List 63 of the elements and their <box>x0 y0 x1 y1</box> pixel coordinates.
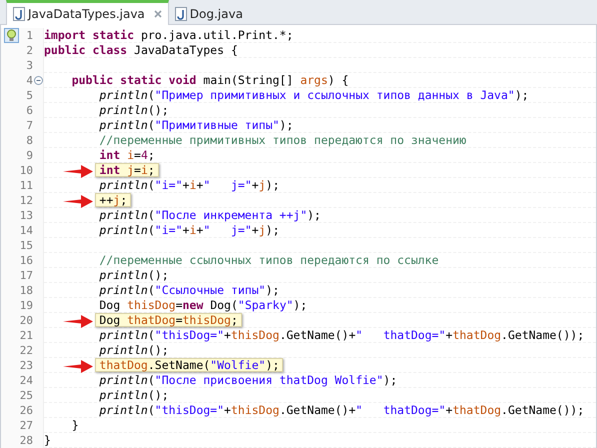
code-line: println(); <box>98 103 169 117</box>
code-line: println("Пример примитивных и ссылочных типов данных в Java"); <box>98 88 529 102</box>
code-line: thatDog.SetName("Wolfie"); <box>99 358 280 372</box>
line-number: 2 <box>25 44 33 57</box>
code-line: import static pro.java.util.Print.*; <box>44 28 294 42</box>
line-number: 8 <box>25 134 33 147</box>
line-number: 22 <box>19 344 33 357</box>
line-number: 14 <box>19 224 33 237</box>
line-number: 19 <box>19 299 33 312</box>
code-line: //переменные примитивных типов передаются по значению <box>98 133 466 147</box>
editor-tab[interactable]: JavaDataTypes.java <box>6 0 169 25</box>
line-number: 24 <box>19 374 33 387</box>
code-line: public class JavaDataTypes { <box>44 43 238 57</box>
line-number: 26 <box>19 404 33 417</box>
code-line: println(); <box>98 388 169 402</box>
arrow-icon <box>63 314 94 329</box>
arrow-icon <box>63 359 94 374</box>
code-line: println("После инкремента ++j"); <box>98 208 321 222</box>
line-number: 16 <box>19 254 33 267</box>
line-number: 15 <box>19 239 33 252</box>
code-line: //переменные ссылочных типов передаются по ссылке <box>98 253 439 267</box>
line-number: 6 <box>25 104 33 117</box>
code-line: } <box>70 418 79 432</box>
java-file-icon <box>174 6 187 20</box>
line-number: 4 <box>25 74 33 87</box>
code-line: println(); <box>98 268 169 282</box>
code-line: println("thisDog="+thisDog.GetName()+" thatDog="+thatDog.GetName()); <box>98 403 584 417</box>
line-number: 7 <box>25 119 33 132</box>
line-number: 21 <box>19 329 33 342</box>
line-number: 12 <box>19 194 33 207</box>
line-number: 11 <box>19 179 33 192</box>
line-number: 23 <box>19 359 33 372</box>
line-number: 10 <box>19 164 33 177</box>
code-line: println("i="+i+" j="+j); <box>98 223 280 237</box>
line-number: 13 <box>19 209 33 222</box>
code-line: Dog thatDog=thisDog; <box>99 313 238 327</box>
editor-tab[interactable]: Dog.java <box>168 3 249 24</box>
line-number: 3 <box>25 59 33 72</box>
code-line: int j=i; <box>99 163 155 177</box>
arrow-icon <box>63 164 94 179</box>
line-number: 1 <box>25 29 33 42</box>
code-line: public static void main(String[] args) { <box>70 73 349 87</box>
code-line: println("Ссылочные типы"); <box>98 283 280 297</box>
line-number: 5 <box>25 89 33 102</box>
code-line: println("thisDog="+thisDog.GetName()+" thatDog="+thatDog.GetName()); <box>98 328 584 342</box>
code-line: Dog thisDog=new Dog("Sparky"); <box>98 298 308 312</box>
arrow-icon <box>63 194 94 209</box>
code-line: int i=4; <box>98 148 155 162</box>
java-file-icon <box>13 7 25 21</box>
close-icon <box>154 10 162 18</box>
code-line: } <box>44 433 51 447</box>
code-line: println(); <box>98 343 169 357</box>
line-number: 25 <box>19 389 33 402</box>
line-number: 28 <box>19 434 33 447</box>
line-number: 9 <box>25 149 33 162</box>
line-number: 27 <box>19 419 33 432</box>
code-line: ++j; <box>99 193 128 207</box>
line-number: 18 <box>19 284 33 297</box>
code-line: println("Примитивные типы"); <box>98 118 294 132</box>
code-line: println("После присвоения thatDog Wolfie"); <box>98 373 398 387</box>
line-number: 17 <box>19 269 33 282</box>
code-line: println("i="+i+" j="+j); <box>98 178 280 192</box>
line-number: 20 <box>19 314 33 327</box>
